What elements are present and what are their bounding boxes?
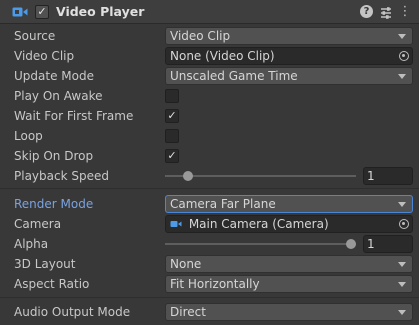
update-mode-value: Unscaled Game Time bbox=[170, 69, 298, 83]
section-divider bbox=[0, 297, 419, 298]
camera-icon bbox=[170, 221, 182, 227]
play-on-awake-checkbox[interactable] bbox=[165, 89, 179, 103]
aspect-ratio-dropdown[interactable]: Fit Horizontally bbox=[165, 275, 413, 293]
camera-object-field[interactable]: Main Camera (Camera) bbox=[165, 215, 413, 233]
audio-output-mode-value: Direct bbox=[170, 305, 206, 319]
camera-label: Camera bbox=[14, 217, 62, 231]
component-enabled-checkbox[interactable]: ✓ bbox=[35, 5, 49, 19]
3d-layout-dropdown[interactable]: None bbox=[165, 255, 413, 273]
chevron-down-icon bbox=[398, 262, 406, 267]
source-dropdown[interactable]: Video Clip bbox=[165, 27, 413, 45]
component-title: Video Player bbox=[56, 4, 145, 19]
chevron-down-icon bbox=[398, 34, 406, 39]
chevron-down-icon bbox=[398, 310, 406, 315]
playback-speed-slider-handle[interactable] bbox=[183, 171, 194, 181]
update-mode-label: Update Mode bbox=[14, 69, 94, 83]
wait-first-frame-label: Wait For First Frame bbox=[14, 109, 134, 123]
audio-output-mode-dropdown[interactable]: Direct bbox=[165, 303, 413, 321]
help-icon[interactable]: ? bbox=[360, 5, 373, 18]
object-picker-icon[interactable] bbox=[399, 51, 409, 61]
object-picker-icon[interactable] bbox=[399, 219, 409, 229]
component-header: ✓ Video Player ? ⋮ bbox=[0, 0, 419, 24]
audio-output-mode-label: Audio Output Mode bbox=[14, 305, 131, 319]
loop-checkbox[interactable] bbox=[165, 129, 179, 143]
video-clip-label: Video Clip bbox=[14, 49, 75, 63]
chevron-down-icon bbox=[398, 202, 406, 207]
skip-on-drop-label: Skip On Drop bbox=[14, 149, 94, 163]
more-menu-icon[interactable]: ⋮ bbox=[398, 4, 412, 20]
chevron-down-icon bbox=[398, 282, 406, 287]
skip-on-drop-checkbox[interactable]: ✓ bbox=[165, 149, 179, 163]
3d-layout-label: 3D Layout bbox=[14, 257, 76, 271]
update-mode-dropdown[interactable]: Unscaled Game Time bbox=[165, 67, 413, 85]
video-clip-object-field[interactable]: None (Video Clip) bbox=[165, 47, 413, 65]
wait-first-frame-checkbox[interactable]: ✓ bbox=[165, 109, 179, 123]
render-mode-value: Camera Far Plane bbox=[170, 197, 276, 211]
alpha-label: Alpha bbox=[14, 237, 49, 251]
render-mode-label: Render Mode bbox=[14, 197, 94, 211]
alpha-slider-handle[interactable] bbox=[346, 239, 356, 249]
video-clip-value: None (Video Clip) bbox=[170, 49, 275, 63]
playback-speed-label: Playback Speed bbox=[14, 169, 109, 183]
loop-label: Loop bbox=[14, 129, 43, 143]
playback-speed-slider[interactable] bbox=[165, 175, 356, 177]
chevron-down-icon bbox=[398, 74, 406, 79]
source-value: Video Clip bbox=[170, 29, 231, 43]
video-player-icon bbox=[12, 7, 28, 17]
source-label: Source bbox=[14, 29, 56, 43]
aspect-ratio-label: Aspect Ratio bbox=[14, 277, 90, 291]
alpha-input[interactable]: 1 bbox=[363, 235, 413, 253]
preset-icon[interactable] bbox=[379, 5, 393, 21]
render-mode-dropdown[interactable]: Camera Far Plane bbox=[165, 195, 413, 213]
section-divider bbox=[0, 188, 419, 189]
play-on-awake-label: Play On Awake bbox=[14, 89, 103, 103]
aspect-ratio-value: Fit Horizontally bbox=[170, 277, 260, 291]
alpha-slider[interactable] bbox=[165, 243, 356, 245]
playback-speed-input[interactable]: 1 bbox=[363, 167, 413, 185]
camera-value: Main Camera (Camera) bbox=[188, 217, 329, 231]
3d-layout-value: None bbox=[170, 257, 202, 271]
